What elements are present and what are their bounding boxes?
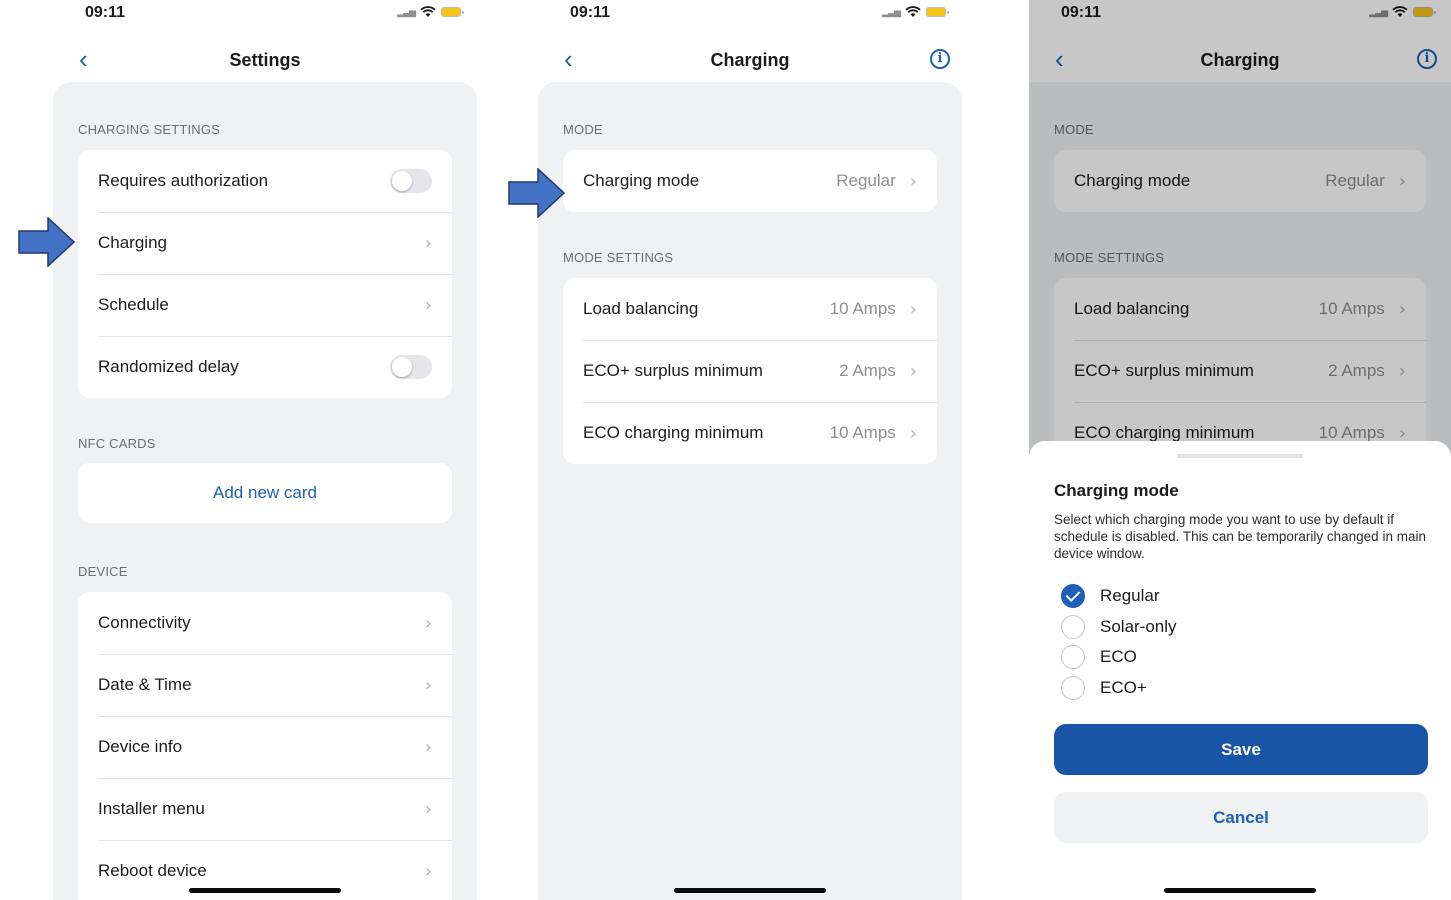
row-label: Load balancing (583, 299, 699, 318)
row-label: Date & Time (98, 675, 192, 694)
row-connectivity[interactable]: Connectivity › (78, 592, 452, 654)
row-label: ECO+ surplus minimum (583, 361, 763, 380)
row-label: Connectivity (98, 613, 191, 632)
charging-mode-sheet-screen: 09:11 ▂▃▅ ‹ Charging i MODE Charging mod… (1029, 0, 1451, 900)
battery-icon (926, 7, 949, 17)
row-eco-plus-surplus-minimum[interactable]: ECO+ surplus minimum 2 Amps › (563, 340, 937, 402)
status-time: 09:11 (570, 4, 611, 21)
row-value: 10 Amps (829, 299, 896, 318)
wifi-icon (905, 6, 921, 17)
chevron-right-icon: › (424, 294, 432, 316)
charging-mode-options: Regular Solar-only ECO ECO+ (1061, 581, 1177, 703)
charging-mode-sheet: Charging mode Select which charging mode… (1029, 441, 1451, 900)
option-solar-only[interactable]: Solar-only (1061, 612, 1177, 643)
row-label: Device info (98, 737, 183, 756)
home-indicator (1164, 888, 1316, 893)
row-value: 2 Amps (839, 361, 896, 380)
mode-settings-card: Load balancing 10 Amps › ECO+ surplus mi… (563, 278, 937, 464)
device-card: Connectivity › Date & Time › Device info… (78, 592, 452, 900)
navbar: ‹ Settings (33, 44, 497, 76)
navbar: ‹ Charging i (518, 44, 982, 76)
home-indicator (674, 888, 826, 893)
option-label: Solar-only (1100, 616, 1177, 636)
status-bar: 09:11 ▂▃▅ (33, 0, 497, 28)
mode-card: Charging mode Regular › (563, 150, 937, 212)
wifi-icon (420, 6, 436, 17)
chevron-right-icon: › (424, 798, 432, 820)
radio-unchecked-icon[interactable] (1061, 675, 1085, 700)
section-header-mode: MODE (563, 122, 603, 137)
status-time: 09:11 (85, 4, 126, 21)
chevron-right-icon: › (909, 360, 917, 382)
section-header-mode-settings: MODE SETTINGS (563, 250, 674, 265)
signal-icon: ▂▃▅ (882, 6, 901, 17)
radio-checked-icon[interactable] (1061, 584, 1085, 609)
chevron-right-icon: › (424, 612, 432, 634)
row-label: Randomized delay (98, 357, 239, 376)
row-date-time[interactable]: Date & Time › (78, 654, 452, 716)
section-header-device: DEVICE (78, 564, 128, 579)
save-button[interactable]: Save (1054, 724, 1428, 775)
chevron-right-icon: › (909, 298, 917, 320)
row-value: Regular (836, 171, 896, 190)
chevron-right-icon: › (424, 674, 432, 696)
chevron-right-icon: › (424, 232, 432, 254)
arrow-right-icon (508, 168, 566, 218)
cancel-button[interactable]: Cancel (1054, 792, 1428, 843)
row-label: Schedule (98, 295, 169, 314)
row-label: Installer menu (98, 799, 205, 818)
sheet-title: Charging mode (1054, 481, 1179, 500)
randomized-delay-toggle[interactable] (390, 355, 432, 379)
section-header-charging-settings: CHARGING SETTINGS (78, 122, 221, 137)
page-title: Settings (229, 50, 301, 70)
home-indicator (189, 888, 341, 893)
chevron-right-icon: › (909, 170, 917, 192)
option-label: ECO (1100, 647, 1137, 667)
row-label: Reboot device (98, 861, 207, 880)
row-installer-menu[interactable]: Installer menu › (78, 778, 452, 840)
signal-icon: ▂▃▅ (397, 6, 416, 17)
row-requires-authorization[interactable]: Requires authorization (78, 150, 452, 212)
option-regular[interactable]: Regular (1061, 581, 1177, 612)
section-header-nfc-cards: NFC CARDS (78, 436, 156, 451)
sheet-description: Select which charging mode you want to u… (1054, 512, 1426, 561)
row-randomized-delay[interactable]: Randomized delay (78, 336, 452, 398)
row-value: 10 Amps (829, 423, 896, 442)
chevron-right-icon: › (909, 422, 917, 444)
row-load-balancing[interactable]: Load balancing 10 Amps › (563, 278, 937, 340)
settings-screen: 09:11 ▂▃▅ ‹ Settings CHARGING SETTINGS R… (33, 0, 497, 900)
requires-authorization-toggle[interactable] (390, 169, 432, 193)
add-new-card-button[interactable]: Add new card (78, 463, 452, 523)
status-icons: ▂▃▅ (882, 6, 949, 18)
option-label: ECO+ (1100, 677, 1147, 697)
chevron-right-icon: › (424, 736, 432, 758)
status-icons: ▂▃▅ (397, 6, 464, 18)
option-eco[interactable]: ECO (1061, 642, 1177, 673)
charging-settings-card: Requires authorization Charging › Schedu… (78, 150, 452, 398)
arrow-right-icon (18, 217, 76, 267)
row-label: Charging (98, 233, 167, 252)
sheet-grabber[interactable] (1177, 454, 1303, 458)
battery-icon (441, 7, 464, 17)
status-bar: 09:11 ▂▃▅ (518, 0, 982, 28)
option-label: Regular (1100, 586, 1160, 606)
row-label: Charging mode (583, 171, 700, 190)
chevron-right-icon: › (424, 860, 432, 882)
row-eco-charging-minimum[interactable]: ECO charging minimum 10 Amps › (563, 402, 937, 464)
charging-screen: 09:11 ▂▃▅ ‹ Charging i MODE Charging mod… (518, 0, 982, 900)
row-charging[interactable]: Charging › (78, 212, 452, 274)
row-device-info[interactable]: Device info › (78, 716, 452, 778)
settings-panel: CHARGING SETTINGS Requires authorization… (53, 82, 477, 900)
option-eco-plus[interactable]: ECO+ (1061, 673, 1177, 704)
row-label: Requires authorization (98, 171, 269, 190)
radio-unchecked-icon[interactable] (1061, 614, 1085, 639)
radio-unchecked-icon[interactable] (1061, 645, 1085, 670)
row-schedule[interactable]: Schedule › (78, 274, 452, 336)
page-title: Charging (710, 50, 790, 70)
row-charging-mode[interactable]: Charging mode Regular › (563, 150, 937, 212)
row-label: ECO charging minimum (583, 423, 764, 442)
nfc-card: Add new card (78, 463, 452, 523)
charging-panel: MODE Charging mode Regular › MODE SETTIN… (538, 82, 962, 900)
info-circle-icon[interactable]: i (930, 49, 950, 69)
